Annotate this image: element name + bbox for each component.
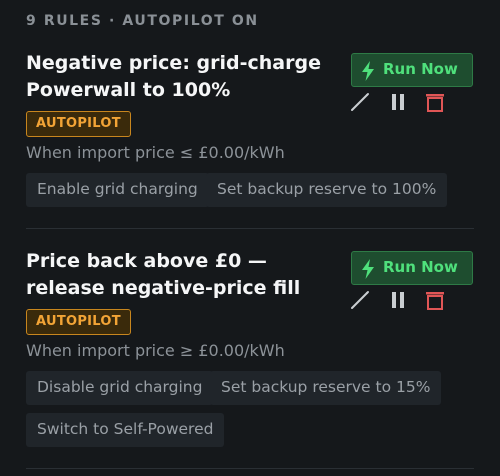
rule-title-line-1: Price back above £0 — — [26, 250, 267, 272]
autopilot-badge: AUTOPILOT — [26, 111, 131, 137]
rule-title: Negative price: grid-charge Powerwall to… — [26, 50, 336, 104]
delete-icon[interactable] — [424, 91, 446, 113]
run-now-button[interactable]: Run Now — [351, 53, 473, 87]
autopilot-badge: AUTOPILOT — [26, 309, 131, 335]
rule-controls — [349, 289, 459, 313]
rule-controls — [349, 91, 459, 115]
rule-title-line-2: release negative-price fill — [26, 277, 301, 299]
rule-title-line-1: Negative price: grid-charge — [26, 52, 321, 74]
action-chip: Disable grid charging — [26, 371, 214, 405]
action-chip: Set backup reserve to 100% — [206, 173, 448, 207]
pause-icon[interactable] — [387, 289, 409, 311]
rule-condition: When import price ≤ £0.00/kWh — [26, 143, 285, 162]
rules-summary-header: 9 RULES · AUTOPILOT ON — [26, 13, 259, 29]
run-now-label: Run Now — [383, 258, 458, 276]
run-now-button[interactable]: Run Now — [351, 251, 473, 285]
edit-icon[interactable] — [349, 91, 371, 113]
action-chip: Set backup reserve to 15% — [210, 371, 442, 405]
rule-divider — [26, 468, 474, 469]
rule-title-line-2: Powerwall to 100% — [26, 79, 231, 101]
rules-panel: 9 RULES · AUTOPILOT ON Negative price: g… — [0, 0, 500, 476]
action-chip: Switch to Self-Powered — [26, 413, 225, 447]
rule-title: Price back above £0 — release negative-p… — [26, 248, 336, 302]
run-now-label: Run Now — [383, 60, 458, 78]
delete-icon[interactable] — [424, 289, 446, 311]
action-chip: Enable grid charging — [26, 173, 209, 207]
rule-divider — [26, 228, 474, 229]
pause-icon[interactable] — [387, 91, 409, 113]
bolt-icon — [362, 61, 374, 81]
rule-condition: When import price ≥ £0.00/kWh — [26, 341, 285, 360]
edit-icon[interactable] — [349, 289, 371, 311]
bolt-icon — [362, 259, 374, 279]
